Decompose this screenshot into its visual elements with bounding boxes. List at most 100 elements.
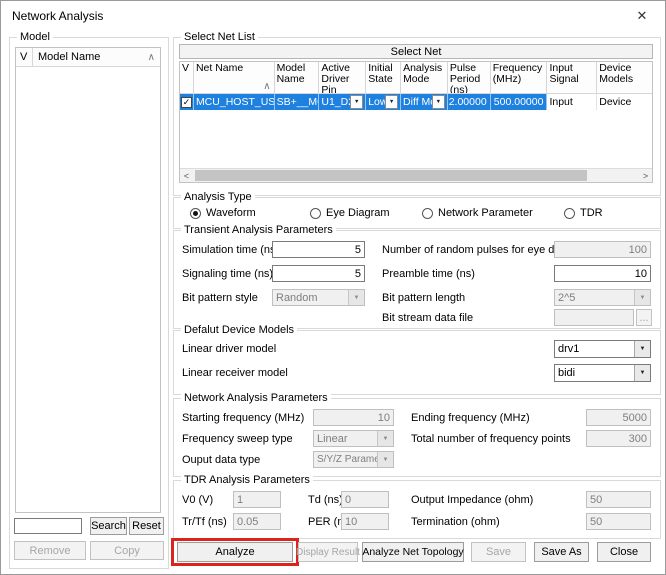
row-active-driver-pin-cell[interactable]: U1_D2 ▼ [319,94,366,110]
radio-unselected-icon [310,208,321,219]
bit-pattern-length-dropdown[interactable]: 2^5 ▼ [554,289,651,306]
tdr-params-group: TDR Analysis Parameters V0 (V) 1 Td (ns)… [173,480,661,539]
linear-driver-model-dropdown[interactable]: drv1 ▼ [554,340,651,358]
row-device-models-cell: Device [597,94,652,110]
column-header-initial-state[interactable]: Initial State [366,62,401,94]
total-frequency-points-input[interactable]: 300 [586,430,651,447]
bit-pattern-style-label: Bit pattern style [182,292,258,304]
scroll-left-icon[interactable]: < [180,169,193,182]
scroll-right-icon[interactable]: > [639,169,652,182]
scrollbar-track[interactable] [193,169,639,182]
radio-waveform[interactable]: Waveform [190,206,256,220]
default-device-models-group: Defalut Device Models Linear driver mode… [173,330,661,395]
model-check-column-header[interactable]: V [16,48,33,66]
net-table-header: V Net Name ∧ Model Name Active Driver Pi… [180,62,652,94]
td-input[interactable]: 0 [341,491,389,508]
output-impedance-label: Output Impedance (ohm) [411,494,533,506]
starting-frequency-input[interactable]: 10 [313,409,394,426]
tr-tf-input[interactable]: 0.05 [233,513,281,530]
dialog-title: Network Analysis [12,9,103,23]
radio-network-parameter[interactable]: Network Parameter [422,206,533,220]
linear-driver-model-value: drv1 [555,343,634,355]
radio-eye-diagram[interactable]: Eye Diagram [310,206,390,220]
linear-receiver-model-label: Linear receiver model [182,367,288,379]
preamble-time-input[interactable]: 10 [554,265,651,282]
column-header-net-name[interactable]: Net Name ∧ [194,62,275,94]
net-table-row[interactable]: MCU_HOST_USB+ SB+__MCU U1_D2 ▼ Low ▼ Dif… [180,94,652,110]
row-initial-state-cell[interactable]: Low ▼ [366,94,401,110]
analyze-net-topology-button[interactable]: Analyze Net Topology [362,542,464,562]
dropdown-arrow-icon: ▼ [348,290,364,305]
dropdown-arrow-icon: ▼ [377,452,393,467]
tdr-params-group-label: TDR Analysis Parameters [181,474,313,486]
bit-pattern-length-label: Bit pattern length [382,292,465,304]
column-header-device-models[interactable]: Device Models [597,62,652,94]
random-pulses-input[interactable]: 100 [554,241,651,258]
v0-input[interactable]: 1 [233,491,281,508]
bit-pattern-style-value: Random [273,292,348,304]
dropdown-arrow-icon: ▼ [634,365,650,381]
reset-button[interactable]: Reset [129,517,164,535]
frequency-sweep-type-dropdown[interactable]: Linear ▼ [313,430,394,447]
ending-frequency-input[interactable]: 5000 [586,409,651,426]
horizontal-scrollbar[interactable]: < > [180,168,652,182]
save-button[interactable]: Save [471,542,526,562]
bit-stream-file-input[interactable] [554,309,634,326]
simulation-time-input[interactable]: 5 [272,241,365,258]
column-header-analysis-mode[interactable]: Analysis Mode [401,62,448,94]
column-header-input-signal[interactable]: Input Signal [547,62,597,94]
linear-receiver-model-value: bidi [555,367,634,379]
column-header-pulse-period[interactable]: Pulse Period (ns) [448,62,491,94]
dropdown-arrow-icon: ▼ [634,290,650,305]
search-button[interactable]: Search [90,517,127,535]
copy-button[interactable]: Copy [90,541,164,560]
radio-tdr[interactable]: TDR [564,206,603,220]
starting-frequency-label: Starting frequency (MHz) [182,412,304,424]
linear-receiver-model-dropdown[interactable]: bidi ▼ [554,364,651,382]
bit-pattern-style-dropdown[interactable]: Random ▼ [272,289,365,306]
linear-driver-model-label: Linear driver model [182,343,276,355]
sort-asc-icon: ∧ [148,52,155,63]
simulation-time-label: Simulation time (ns) [182,244,279,256]
tr-tf-label: Tr/Tf (ns) [182,516,227,528]
row-analysis-mode-cell[interactable]: Diff Mode ▼ [401,94,448,110]
select-net-button[interactable]: Select Net [179,44,653,59]
remove-button[interactable]: Remove [14,541,86,560]
model-search-input[interactable] [14,518,82,534]
dropdown-arrow-icon[interactable]: ▼ [432,95,445,109]
column-header-model-name[interactable]: Model Name [275,62,320,94]
dropdown-arrow-icon[interactable]: ▼ [385,95,398,109]
dropdown-arrow-icon[interactable]: ▼ [350,95,363,109]
row-input-signal-cell: Input [547,94,597,110]
scrollbar-thumb[interactable] [195,170,587,181]
row-checkbox-checked[interactable] [181,97,192,108]
dropdown-arrow-icon: ▼ [377,431,393,446]
column-header-frequency[interactable]: Frequency (MHz) [491,62,548,94]
analyze-button[interactable]: Analyze [177,542,293,562]
frequency-sweep-type-label: Frequency sweep type [182,433,293,445]
display-result-button[interactable]: Display Result [298,542,358,562]
output-data-type-dropdown[interactable]: S/Y/Z Parameter ▼ [313,451,394,468]
save-as-button[interactable]: Save As [534,542,589,562]
close-icon[interactable]: ✕ [631,7,653,25]
row-pulse-period-cell: 2.00000 [448,94,491,110]
row-net-name-cell: MCU_HOST_USB+ [194,94,275,110]
select-net-list-group: Select Net List Select Net V Net Name ∧ … [173,37,661,196]
model-name-column-header[interactable]: Model Name ∧ [33,48,160,66]
model-list[interactable]: V Model Name ∧ [15,47,161,513]
model-list-header: V Model Name ∧ [16,48,160,67]
active-driver-pin-value: U1_D2 [321,96,350,108]
close-button[interactable]: Close [597,542,651,562]
bit-stream-file-label: Bit stream data file [382,312,473,324]
transient-params-group: Transient Analysis Parameters Simulation… [173,230,661,329]
bit-pattern-length-value: 2^5 [555,292,634,304]
browse-button[interactable]: ... [636,309,652,326]
per-input[interactable]: 10 [341,513,389,530]
output-impedance-input[interactable]: 50 [586,491,651,508]
column-header-active-driver-pin[interactable]: Active Driver Pin [319,62,366,94]
column-header-check[interactable]: V [180,62,194,94]
row-check-cell [180,94,194,110]
v0-label: V0 (V) [182,494,213,506]
signaling-time-input[interactable]: 5 [272,265,365,282]
termination-input[interactable]: 50 [586,513,651,530]
